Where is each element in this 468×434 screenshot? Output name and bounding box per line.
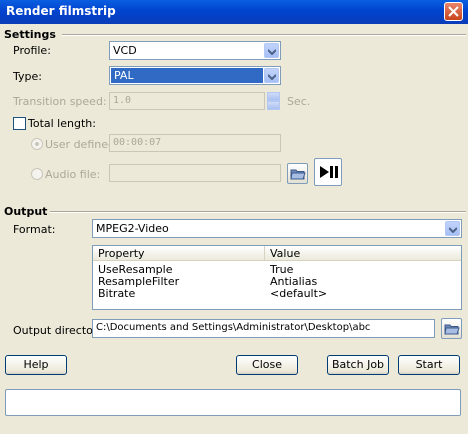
play-pause-icon xyxy=(315,166,341,188)
help-button[interactable]: Help xyxy=(5,355,67,375)
profile-dropdown-button[interactable] xyxy=(264,43,279,58)
folder-icon xyxy=(442,324,461,341)
transition-speed-input[interactable]: 1.0 xyxy=(109,92,265,110)
transition-speed-unit: Sec. xyxy=(287,95,311,108)
type-value: PAL xyxy=(111,68,263,83)
audio-file-label: Audio file: xyxy=(45,168,101,181)
status-field xyxy=(5,389,461,416)
window-title: Render filmstrip xyxy=(6,4,116,18)
column-header-property[interactable]: Property xyxy=(93,246,265,261)
audio-file-radio[interactable] xyxy=(31,168,43,180)
profile-value: VCD xyxy=(113,44,137,57)
total-length-label: Total length: xyxy=(28,117,96,130)
batch-job-button[interactable]: Batch Job xyxy=(327,355,389,375)
properties-table[interactable]: Property Value UseResample True Resample… xyxy=(92,245,462,310)
transition-speed-label: Transition speed: xyxy=(13,95,107,108)
type-label: Type: xyxy=(13,70,42,83)
close-button[interactable]: Close xyxy=(236,355,298,375)
transition-speed-spinner[interactable] xyxy=(267,92,280,110)
audio-file-browse-button[interactable] xyxy=(287,163,308,184)
format-select[interactable]: MPEG2-Video xyxy=(92,219,462,238)
output-divider xyxy=(50,211,466,213)
audio-file-input[interactable] xyxy=(109,164,281,182)
title-bar: Render filmstrip xyxy=(0,0,468,24)
format-label: Format: xyxy=(13,223,56,236)
user-defined-radio[interactable] xyxy=(31,138,43,150)
play-pause-button[interactable] xyxy=(314,158,342,186)
settings-section-label: Settings xyxy=(4,28,56,41)
property-name[interactable]: Bitrate xyxy=(98,287,135,300)
format-value: MPEG2-Video xyxy=(96,222,169,235)
spin-down-icon[interactable] xyxy=(267,101,280,110)
output-directory-browse-button[interactable] xyxy=(441,318,462,339)
output-directory-input[interactable]: C:\Documents and Settings\Administrator\… xyxy=(92,319,435,338)
type-dropdown-button[interactable] xyxy=(264,68,279,83)
user-defined-label: User defined: xyxy=(45,138,119,151)
column-header-value[interactable]: Value xyxy=(265,246,461,261)
profile-label: Profile: xyxy=(13,44,51,57)
total-length-checkbox[interactable] xyxy=(13,117,26,130)
folder-icon xyxy=(288,169,307,186)
settings-divider xyxy=(62,34,466,36)
property-value[interactable]: <default> xyxy=(270,287,327,300)
format-dropdown-button[interactable] xyxy=(445,221,460,236)
type-select[interactable]: PAL xyxy=(109,66,281,85)
start-button[interactable]: Start xyxy=(398,355,460,375)
user-defined-input[interactable]: 00:00:07 xyxy=(109,134,281,152)
output-section-label: Output xyxy=(4,205,48,218)
spin-up-icon[interactable] xyxy=(267,92,280,101)
window-close-button[interactable] xyxy=(444,2,463,21)
profile-select[interactable]: VCD xyxy=(109,41,281,60)
